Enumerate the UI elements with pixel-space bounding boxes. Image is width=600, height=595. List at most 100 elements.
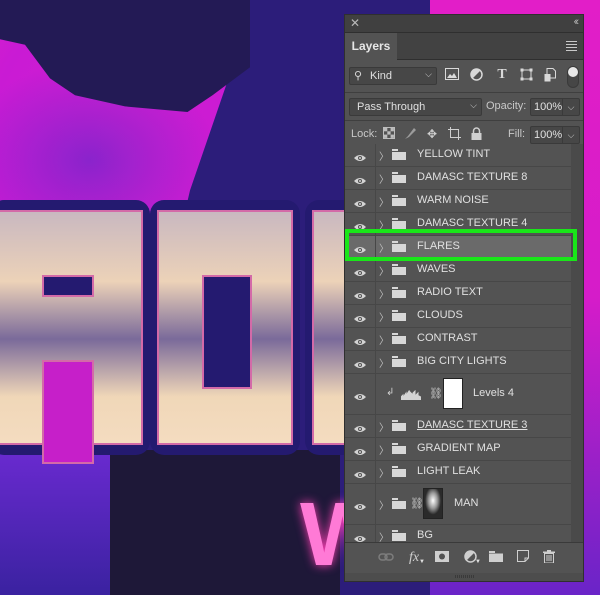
expand-arrow-icon[interactable]: 〉 <box>379 465 389 480</box>
blend-mode-select[interactable]: Pass Through ⌵ <box>349 98 482 116</box>
opacity-field[interactable]: 100% ⌵ <box>530 98 580 116</box>
layer-row[interactable]: 〉 DAMASC TEXTURE 8 <box>345 167 571 190</box>
layer-name: FLARES <box>417 240 460 252</box>
layer-row[interactable]: 〉 YELLOW TINT <box>345 144 571 167</box>
eye-icon[interactable] <box>354 390 366 400</box>
visibility-cell[interactable] <box>345 484 376 524</box>
layer-row[interactable]: 〉 RADIO TEXT <box>345 282 571 305</box>
layer-row[interactable]: 〉 DAMASC TEXTURE 4 <box>345 213 571 236</box>
expand-arrow-icon[interactable]: 〉 <box>379 332 389 347</box>
layer-row[interactable]: 〉 CONTRAST <box>345 328 571 351</box>
visibility-cell[interactable] <box>345 328 376 350</box>
smart-object-filter-icon[interactable] <box>543 68 557 82</box>
tab-layers[interactable]: Layers <box>345 33 397 60</box>
eye-icon[interactable] <box>354 335 366 345</box>
fill-field[interactable]: 100% ⌵ <box>530 126 580 144</box>
visibility-cell[interactable] <box>345 461 376 483</box>
fill-dropdown-icon[interactable]: ⌵ <box>562 127 579 143</box>
search-icon: ⚲ <box>354 70 363 82</box>
lock-image-pixels-icon[interactable] <box>403 127 417 141</box>
eye-icon[interactable] <box>354 532 366 542</box>
eye-icon[interactable] <box>354 220 366 230</box>
eye-icon[interactable] <box>354 243 366 253</box>
visibility-cell[interactable] <box>345 374 376 414</box>
eye-icon[interactable] <box>354 500 366 510</box>
eye-icon[interactable] <box>354 468 366 478</box>
filter-toggle[interactable] <box>567 66 579 88</box>
expand-arrow-icon[interactable]: 〉 <box>379 171 389 186</box>
eye-icon[interactable] <box>354 266 366 276</box>
expand-arrow-icon[interactable]: 〉 <box>379 355 389 370</box>
visibility-cell[interactable] <box>345 213 376 235</box>
visibility-cell[interactable] <box>345 167 376 189</box>
visibility-cell[interactable] <box>345 438 376 460</box>
eye-icon[interactable] <box>354 174 366 184</box>
layer-row[interactable]: 〉 DAMASC TEXTURE 3 <box>345 415 571 438</box>
expand-arrow-icon[interactable]: 〉 <box>379 148 389 163</box>
visibility-cell[interactable] <box>345 415 376 437</box>
layer-row[interactable]: 〉 LIGHT LEAK <box>345 461 571 484</box>
type-filter-icon[interactable]: T <box>495 68 509 82</box>
chevron-down-icon: ⌵ <box>425 69 432 79</box>
new-adjustment-icon[interactable]: ▼ <box>462 550 481 566</box>
visibility-cell[interactable] <box>345 351 376 373</box>
visibility-cell[interactable] <box>345 236 376 258</box>
expand-arrow-icon[interactable]: 〉 <box>379 419 389 434</box>
fx-icon[interactable]: fx ▼ <box>406 550 425 566</box>
expand-arrow-icon[interactable]: 〉 <box>379 240 389 255</box>
layer-row[interactable]: 〉 FLARES <box>345 236 571 259</box>
mask-link-icon[interactable]: ⛓ <box>429 387 443 400</box>
lock-transparent-pixels-icon[interactable] <box>382 127 396 141</box>
close-panel-icon[interactable]: ✕ <box>350 16 360 30</box>
link-layers-icon[interactable] <box>378 550 394 566</box>
visibility-cell[interactable] <box>345 144 376 166</box>
layer-row[interactable]: 〉 WARM NOISE <box>345 190 571 213</box>
expand-arrow-icon[interactable]: 〉 <box>379 309 389 324</box>
layer-row[interactable]: 〉 GRADIENT MAP <box>345 438 571 461</box>
eye-icon[interactable] <box>354 289 366 299</box>
eye-icon[interactable] <box>354 312 366 322</box>
layer-row[interactable]: ↲ ⛓ Levels 4 <box>345 374 571 415</box>
visibility-cell[interactable] <box>345 190 376 212</box>
eye-icon[interactable] <box>354 445 366 455</box>
chevron-down-icon: ⌵ <box>470 100 477 110</box>
new-group-icon[interactable] <box>488 550 504 566</box>
expand-arrow-icon[interactable]: 〉 <box>379 442 389 457</box>
delete-layer-icon[interactable] <box>541 550 557 566</box>
levels-histogram-icon <box>400 389 422 400</box>
layers-scrollbar[interactable] <box>571 144 583 547</box>
new-layer-icon[interactable] <box>515 550 531 566</box>
layer-mask-thumbnail[interactable] <box>443 378 463 409</box>
filter-kind-select[interactable]: ⚲ Kind ⌵ <box>349 67 437 85</box>
visibility-cell[interactable] <box>345 305 376 327</box>
opacity-dropdown-icon[interactable]: ⌵ <box>562 99 579 115</box>
layer-row[interactable]: 〉 BIG CITY LIGHTS <box>345 351 571 374</box>
visibility-cell[interactable] <box>345 259 376 281</box>
eye-icon[interactable] <box>354 422 366 432</box>
expand-arrow-icon[interactable]: 〉 <box>379 263 389 278</box>
expand-arrow-icon[interactable]: 〉 <box>379 194 389 209</box>
collapse-panel-icon[interactable]: ‹‹ <box>574 16 580 28</box>
panel-menu-icon[interactable] <box>566 41 577 53</box>
expand-arrow-icon[interactable]: 〉 <box>379 497 389 512</box>
visibility-cell[interactable] <box>345 282 376 304</box>
shape-filter-icon[interactable] <box>519 68 533 82</box>
panel-resize-grip[interactable] <box>345 573 583 581</box>
layer-row[interactable]: 〉 ⛓ MAN <box>345 484 571 525</box>
lock-artboard-icon[interactable] <box>447 127 461 141</box>
eye-icon[interactable] <box>354 197 366 207</box>
eye-icon[interactable] <box>354 151 366 161</box>
lock-all-icon[interactable] <box>469 127 483 141</box>
fill-label: Fill: <box>508 128 526 140</box>
expand-arrow-icon[interactable]: 〉 <box>379 217 389 232</box>
layer-row[interactable]: 〉 WAVES <box>345 259 571 282</box>
image-filter-icon[interactable] <box>445 68 459 82</box>
add-mask-icon[interactable] <box>434 550 450 566</box>
lock-position-icon[interactable]: ✥ <box>425 127 439 141</box>
adjustment-filter-icon[interactable] <box>469 68 483 82</box>
eye-icon[interactable] <box>354 358 366 368</box>
layer-row[interactable]: 〉 CLOUDS <box>345 305 571 328</box>
layer-mask-thumbnail[interactable] <box>423 488 443 519</box>
expand-arrow-icon[interactable]: 〉 <box>379 286 389 301</box>
mask-link-icon[interactable]: ⛓ <box>410 497 424 510</box>
